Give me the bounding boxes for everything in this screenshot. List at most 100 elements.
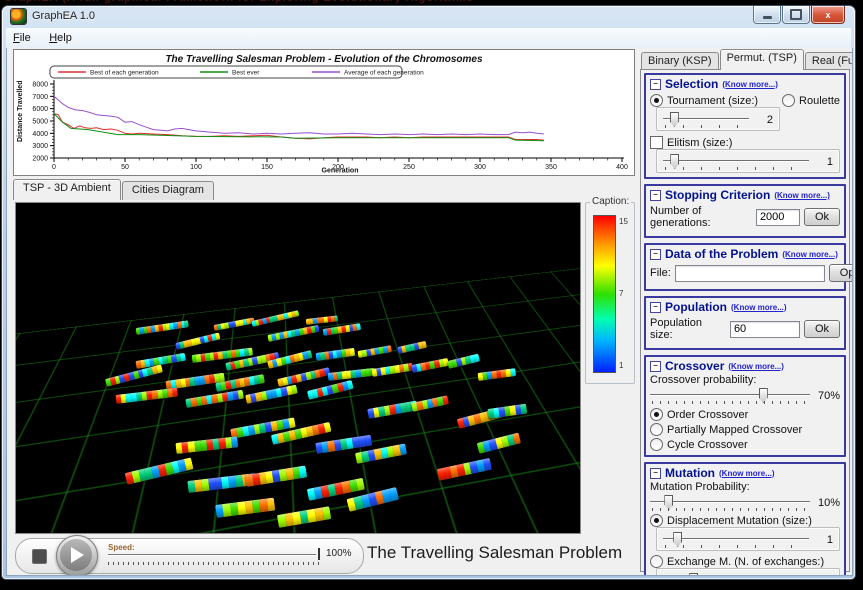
svg-text:250: 250 xyxy=(403,164,415,171)
menu-bar: File Help xyxy=(6,28,851,49)
order-crossover-radio[interactable] xyxy=(650,408,663,421)
collapse-icon[interactable]: − xyxy=(650,189,661,201)
cycle-crossover-label: Cycle Crossover xyxy=(667,438,748,451)
application-window: GraphEA 1.0 x File Help The Travelling S… xyxy=(2,6,855,579)
section-mutation: − Mutation (Know more...) Mutation Proba… xyxy=(644,462,846,575)
svg-text:4000: 4000 xyxy=(32,131,48,138)
know-more-link[interactable]: (Know more...) xyxy=(774,191,830,200)
svg-text:8000: 8000 xyxy=(32,82,48,89)
speed-slider[interactable] xyxy=(108,554,316,556)
section-stopping-criterion: − Stopping Criterion (Know more...) Numb… xyxy=(644,184,846,238)
know-more-link[interactable]: (Know more...) xyxy=(722,80,778,89)
partially-mapped-crossover-radio[interactable] xyxy=(650,423,663,436)
population-size-input[interactable] xyxy=(729,320,800,338)
know-more-link[interactable]: (Know more...) xyxy=(731,303,787,312)
svg-text:7000: 7000 xyxy=(32,94,48,101)
mutation-prob-label: Mutation Probability: xyxy=(650,481,750,493)
population-ok-button[interactable]: Ok xyxy=(803,320,840,338)
displacement-mutation-radio[interactable] xyxy=(650,514,663,527)
caption-colorbar: Caption: 15 7 1 xyxy=(585,196,635,384)
elitism-size-group: 1 xyxy=(656,149,840,173)
generations-input[interactable] xyxy=(755,208,800,226)
scale-min: 1 xyxy=(619,361,624,370)
maximize-button[interactable] xyxy=(782,6,810,24)
section-population: − Population (Know more...) Population s… xyxy=(644,296,846,350)
title-bar[interactable]: GraphEA 1.0 x xyxy=(2,6,855,28)
stop-button[interactable] xyxy=(32,549,47,564)
play-button[interactable] xyxy=(56,535,98,575)
know-more-link[interactable]: (Know more...) xyxy=(782,250,838,259)
roulette-radio[interactable] xyxy=(782,94,796,107)
menu-file[interactable]: File xyxy=(6,29,38,46)
view-tabs: TSP - 3D Ambient Cities Diagram xyxy=(13,179,215,200)
exchange-mutation-label: Exchange M. (N. of exchanges:) xyxy=(667,555,825,568)
scale-mid: 7 xyxy=(619,289,624,298)
app-icon xyxy=(11,9,26,24)
close-button[interactable]: x xyxy=(811,6,845,24)
svg-text:Best of each generation: Best of each generation xyxy=(90,70,159,77)
file-input[interactable] xyxy=(674,264,825,282)
mutation-prob-value: 10% xyxy=(817,497,840,509)
tab-tsp-3d-ambient[interactable]: TSP - 3D Ambient xyxy=(13,179,121,200)
tournament-size-slider[interactable] xyxy=(663,112,749,128)
svg-text:50: 50 xyxy=(121,164,129,171)
elitism-size-slider[interactable] xyxy=(663,154,809,170)
minimize-icon xyxy=(762,15,772,19)
open-button[interactable]: Open xyxy=(828,264,852,282)
tab-cities-diagram[interactable]: Cities Diagram xyxy=(121,181,214,200)
collapse-icon[interactable]: − xyxy=(650,360,661,372)
section-data-of-problem: − Data of the Problem (Know more...) Fil… xyxy=(644,243,852,291)
speed-value: 100% xyxy=(326,548,352,559)
minimize-button[interactable] xyxy=(753,6,781,24)
section-title: Data of the Problem xyxy=(665,247,779,261)
maximize-icon xyxy=(790,9,802,20)
partially-mapped-crossover-label: Partially Mapped Crossover xyxy=(667,423,803,436)
tsp-3d-viewport[interactable] xyxy=(15,202,581,534)
close-icon: x xyxy=(825,9,831,20)
exchange-count-slider[interactable] xyxy=(663,573,809,575)
scale-max: 15 xyxy=(619,217,628,226)
elitism-checkbox[interactable] xyxy=(650,136,663,149)
speed-slider-ticks xyxy=(108,562,320,565)
cycle-crossover-radio[interactable] xyxy=(650,438,663,451)
menu-help[interactable]: Help xyxy=(42,29,79,46)
svg-text:400: 400 xyxy=(616,164,628,171)
exchange-mutation-radio[interactable] xyxy=(650,555,663,568)
svg-text:3000: 3000 xyxy=(32,143,48,150)
mutation-prob-slider[interactable] xyxy=(650,495,810,511)
problem-tabs: Binary (KSP) Permut. (TSP) Real (Functio… xyxy=(641,49,852,70)
crossover-prob-slider[interactable] xyxy=(650,388,810,404)
know-more-link[interactable]: (Know more...) xyxy=(719,469,775,478)
generations-label: Number of generations: xyxy=(650,205,711,229)
file-label: File: xyxy=(650,267,671,279)
section-title: Population xyxy=(665,300,727,314)
section-title: Selection xyxy=(665,77,719,91)
tournament-radio[interactable] xyxy=(650,94,663,107)
tab-permut-tsp[interactable]: Permut. (TSP) xyxy=(719,49,804,70)
section-title: Mutation xyxy=(665,466,715,480)
svg-text:5000: 5000 xyxy=(32,119,48,126)
section-title: Crossover xyxy=(665,359,725,373)
ground-grid xyxy=(16,203,580,370)
collapse-icon[interactable]: − xyxy=(650,248,661,260)
tab-real-functions[interactable]: Real (Functions) xyxy=(804,52,852,70)
collapse-icon[interactable]: − xyxy=(650,301,661,313)
collapse-icon[interactable]: − xyxy=(650,78,661,90)
svg-text:300: 300 xyxy=(474,164,486,171)
generations-ok-button[interactable]: Ok xyxy=(803,208,840,226)
collapse-icon[interactable]: − xyxy=(650,467,661,479)
displacement-size-group: 1 xyxy=(656,527,840,551)
elitism-label: Elitism (size:) xyxy=(667,136,733,149)
elitism-size-value: 1 xyxy=(826,156,833,168)
displacement-size-slider[interactable] xyxy=(663,532,809,548)
know-more-link[interactable]: (Know more...) xyxy=(728,362,784,371)
color-scale xyxy=(593,215,616,373)
svg-text:Distance Travelled: Distance Travelled xyxy=(17,81,24,142)
playback-bar: Speed: 100% xyxy=(15,535,364,575)
tournament-label: Tournament (size:) xyxy=(667,94,759,107)
play-icon xyxy=(71,547,84,563)
speed-slider-thumb[interactable] xyxy=(318,548,320,560)
population-size-label: Population size: xyxy=(650,317,702,341)
svg-text:The Travelling Salesman Proble: The Travelling Salesman Problem - Evolut… xyxy=(165,54,483,65)
tab-binary-ksp[interactable]: Binary (KSP) xyxy=(641,52,719,70)
